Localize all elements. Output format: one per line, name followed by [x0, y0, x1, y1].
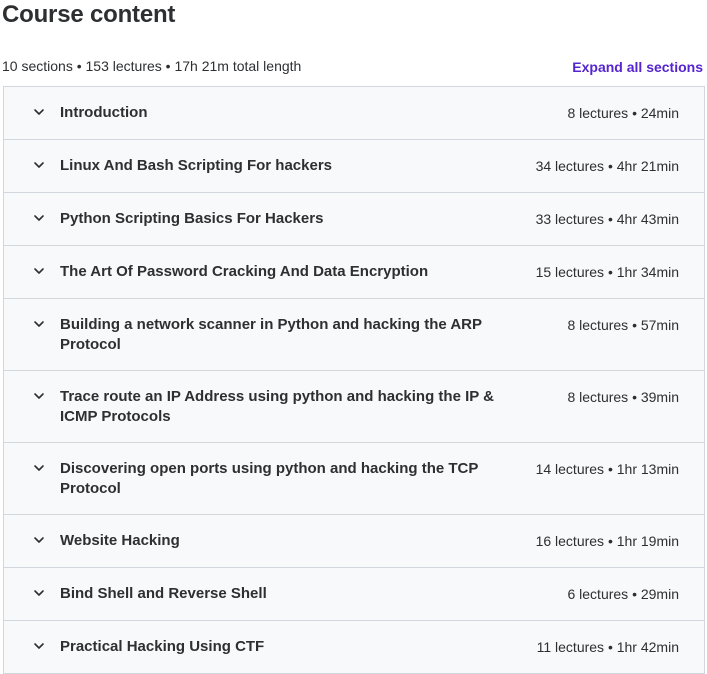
- section-row[interactable]: Trace route an IP Address using python a…: [4, 371, 704, 443]
- section-meta: 14 lectures • 1hr 13min: [535, 461, 679, 477]
- chevron-down-icon: [32, 317, 46, 331]
- section-title: Trace route an IP Address using python a…: [60, 388, 494, 425]
- section-meta: 8 lectures • 24min: [567, 105, 679, 121]
- section-title: Website Hacking: [60, 532, 180, 549]
- section-meta: 8 lectures • 57min: [567, 317, 679, 333]
- section-row[interactable]: Building a network scanner in Python and…: [4, 299, 704, 371]
- chevron-down-icon: [32, 158, 46, 172]
- section-title: Practical Hacking Using CTF: [60, 638, 265, 655]
- section-title: The Art Of Password Cracking And Data En…: [60, 263, 429, 280]
- course-summary-row: 10 sections • 153 lectures • 17h 21m tot…: [0, 56, 707, 76]
- section-row[interactable]: Introduction 8 lectures • 24min: [4, 87, 704, 140]
- section-row[interactable]: Linux And Bash Scripting For hackers 34 …: [4, 140, 704, 193]
- section-row[interactable]: The Art Of Password Cracking And Data En…: [4, 246, 704, 299]
- section-meta: 15 lectures • 1hr 34min: [535, 264, 679, 280]
- section-meta: 33 lectures • 4hr 43min: [535, 211, 679, 227]
- course-content-panel: Course content 10 sections • 153 lecture…: [0, 0, 707, 674]
- section-meta: 6 lectures • 29min: [567, 586, 679, 602]
- chevron-down-icon: [32, 533, 46, 547]
- section-meta: 34 lectures • 4hr 21min: [535, 158, 679, 174]
- chevron-down-icon: [32, 211, 46, 225]
- section-title: Introduction: [60, 104, 148, 121]
- section-title: Building a network scanner in Python and…: [60, 316, 482, 353]
- section-row[interactable]: Bind Shell and Reverse Shell 6 lectures …: [4, 568, 704, 621]
- section-list: Introduction 8 lectures • 24min Linux An…: [3, 86, 705, 674]
- section-title: Discovering open ports using python and …: [60, 460, 479, 497]
- section-row[interactable]: Practical Hacking Using CTF 11 lectures …: [4, 621, 704, 674]
- section-title: Python Scripting Basics For Hackers: [60, 210, 324, 227]
- section-meta: 16 lectures • 1hr 19min: [535, 533, 679, 549]
- chevron-down-icon: [32, 461, 46, 475]
- section-title: Linux And Bash Scripting For hackers: [60, 157, 332, 174]
- section-row[interactable]: Python Scripting Basics For Hackers 33 l…: [4, 193, 704, 246]
- chevron-down-icon: [32, 264, 46, 278]
- section-row[interactable]: Website Hacking 16 lectures • 1hr 19min: [4, 515, 704, 568]
- section-row[interactable]: Discovering open ports using python and …: [4, 443, 704, 515]
- page-title: Course content: [2, 1, 176, 28]
- course-summary: 10 sections • 153 lectures • 17h 21m tot…: [2, 58, 302, 74]
- expand-all-button[interactable]: Expand all sections: [572, 57, 703, 77]
- chevron-down-icon: [32, 639, 46, 653]
- section-meta: 11 lectures • 1hr 42min: [536, 639, 679, 655]
- chevron-down-icon: [32, 586, 46, 600]
- chevron-down-icon: [32, 389, 46, 403]
- chevron-down-icon: [32, 105, 46, 119]
- section-title: Bind Shell and Reverse Shell: [60, 585, 267, 602]
- section-meta: 8 lectures • 39min: [567, 389, 679, 405]
